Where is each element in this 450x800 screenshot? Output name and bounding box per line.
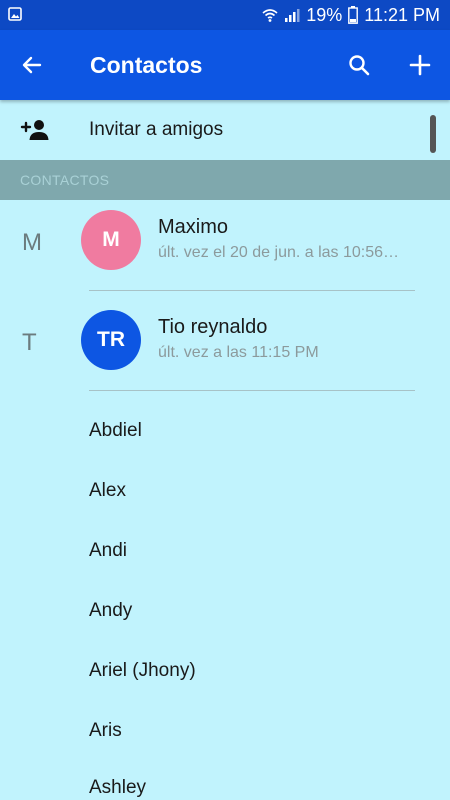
contact-list-item[interactable]: Abdiel (89, 419, 142, 443)
contact-list-item[interactable]: Aris (89, 719, 122, 743)
section-label: CONTACTOS (20, 172, 110, 188)
index-letter: T (22, 329, 37, 356)
contact-name: Maximo (158, 216, 229, 238)
contact-name: Tio reynaldo (158, 316, 268, 338)
search-icon[interactable] (347, 53, 371, 77)
add-person-icon (20, 120, 49, 140)
divider (89, 390, 415, 391)
contact-list-item[interactable]: Andy (89, 599, 132, 623)
invite-friends-row[interactable]: Invitar a amigos (0, 100, 450, 160)
contact-list-item[interactable]: Alex (89, 479, 126, 503)
signal-icon (285, 9, 300, 22)
back-arrow-icon[interactable] (20, 53, 44, 77)
clock: 11:21 PM (364, 5, 440, 25)
contact-item[interactable]: T TR Tio reynaldo últ. vez a las 11:15 P… (0, 300, 450, 400)
battery-percent: 19% (306, 5, 343, 25)
status-bar: 19% 11:21 PM (0, 0, 450, 30)
contact-list-item[interactable]: Ashley (89, 776, 146, 800)
app-bar: Contactos (0, 30, 450, 100)
index-letter: M (22, 229, 42, 256)
battery-icon (348, 6, 359, 24)
image-notification-icon (8, 7, 22, 21)
avatar: M (81, 210, 141, 270)
contact-status: últ. vez el 20 de jun. a las 10:56… (158, 244, 400, 261)
invite-friends-label: Invitar a amigos (89, 119, 224, 140)
divider (89, 290, 415, 291)
scrollbar[interactable] (430, 115, 436, 153)
status-indicators: 19% 11:21 PM (262, 4, 440, 26)
page-title: Contactos (90, 52, 203, 78)
avatar: TR (81, 310, 141, 370)
section-header: CONTACTOS (0, 160, 450, 200)
add-icon[interactable] (408, 53, 432, 77)
contact-list-item[interactable]: Andi (89, 539, 127, 563)
contact-list-item[interactable]: Ariel (Jhony) (89, 659, 196, 683)
contact-item[interactable]: M M Maximo últ. vez el 20 de jun. a las … (0, 200, 450, 300)
wifi-icon (262, 9, 278, 22)
contact-status: últ. vez a las 11:15 PM (158, 344, 319, 361)
